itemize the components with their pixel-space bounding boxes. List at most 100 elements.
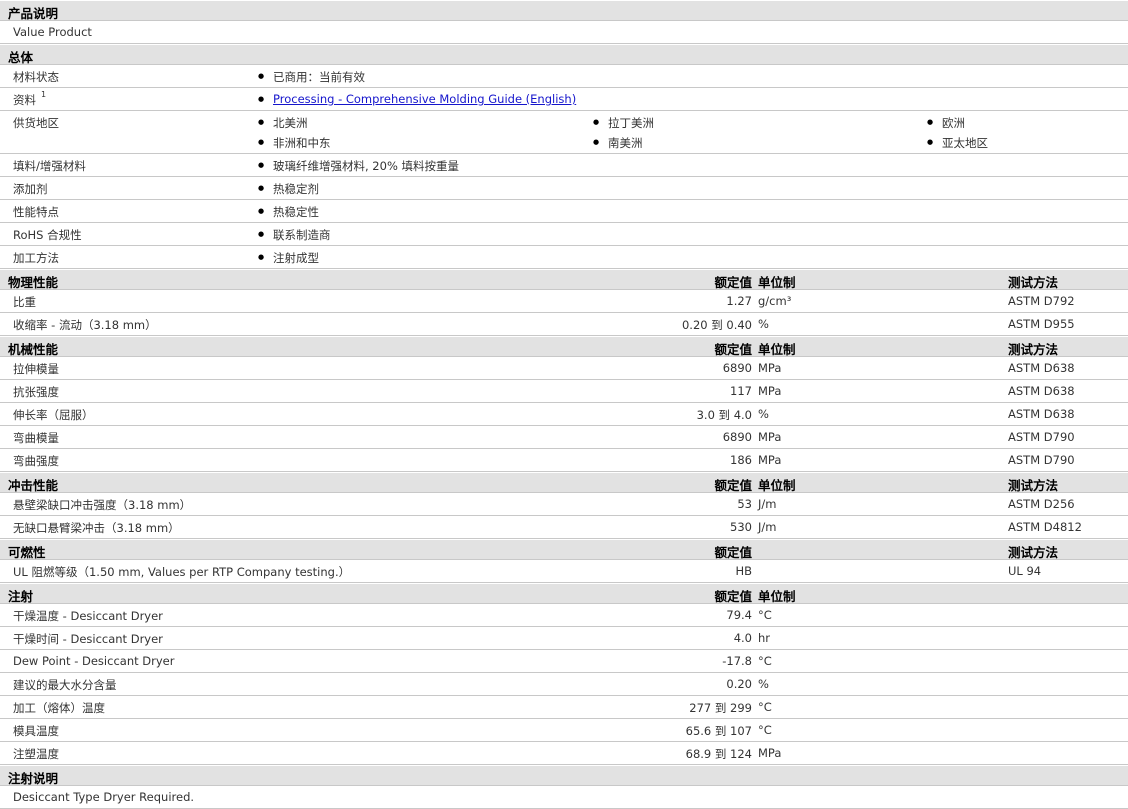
row-label: 加工（熔体）温度 bbox=[13, 701, 105, 715]
property-value: 3.0 到 4.0 bbox=[696, 408, 752, 422]
property-value: 186 bbox=[730, 453, 752, 467]
property-unit: °C bbox=[758, 608, 772, 622]
table-row: 性能特点 热稳定性 bbox=[0, 200, 1128, 223]
table-row: 建议的最大水分含量 0.20% bbox=[0, 673, 1128, 696]
property-unit: % bbox=[758, 677, 769, 691]
section-header: 物理性能 额定值 单位制 测试方法 bbox=[0, 269, 1128, 290]
row-label: 建议的最大水分含量 bbox=[13, 678, 117, 692]
column-header-value: 额定值 bbox=[714, 545, 752, 560]
row-label: 伸长率（屈服） bbox=[13, 408, 94, 422]
document-link[interactable]: Processing - Comprehensive Molding Guide… bbox=[273, 92, 576, 106]
property-unit: MPa bbox=[758, 430, 782, 444]
section-title: 产品说明 bbox=[8, 6, 59, 21]
list-item: 玻璃纤维增强材料, 20% 填料按重量 bbox=[258, 158, 459, 174]
property-unit: g/cm³ bbox=[758, 294, 792, 308]
property-value: 6890 bbox=[722, 361, 752, 375]
section-header: 冲击性能 额定值 单位制 测试方法 bbox=[0, 472, 1128, 493]
table-row: 干燥温度 - Desiccant Dryer 79.4 °C bbox=[0, 604, 1128, 627]
row-label: 比重 bbox=[13, 295, 36, 309]
row-label: 弯曲强度 bbox=[13, 454, 59, 468]
table-row: 干燥时间 - Desiccant Dryer 4.0 hr bbox=[0, 627, 1128, 650]
row-label: 弯曲模量 bbox=[13, 431, 59, 445]
table-row: 弯曲模量 6890 MPa ASTM D790 bbox=[0, 426, 1128, 449]
row-label: 悬壁梁缺口冲击强度（3.18 mm） bbox=[13, 498, 192, 512]
property-value: 1.27 bbox=[726, 294, 752, 308]
row-label: 抗张强度 bbox=[13, 385, 59, 399]
column-header-unit: 单位制 bbox=[758, 589, 796, 604]
list-item: 热稳定剂 bbox=[258, 181, 319, 197]
property-unit: °C bbox=[758, 723, 772, 737]
property-value: 53 bbox=[737, 497, 752, 511]
section-header: 总体 bbox=[0, 44, 1128, 65]
property-value: 79.4 bbox=[726, 608, 752, 622]
table-row: 资料 1 Processing - Comprehensive Molding Gu… bbox=[0, 88, 1128, 111]
row-label: UL 阻燃等级（1.50 mm, Values per RTP Company … bbox=[13, 565, 351, 579]
column-header-value: 额定值 bbox=[714, 478, 752, 493]
section-title: 总体 bbox=[8, 50, 34, 65]
table-row: Value Product bbox=[0, 21, 1128, 44]
table-row: 填料/增强材料 玻璃纤维增强材料, 20% 填料按重量 bbox=[0, 154, 1128, 177]
section-header: 可燃性 额定值 测试方法 bbox=[0, 539, 1128, 560]
test-method: ASTM D638 bbox=[1008, 384, 1075, 398]
table-row: RoHS 合规性 联系制造商 bbox=[0, 223, 1128, 246]
table-row: 加工（熔体）温度 277 到 299 °C bbox=[0, 696, 1128, 719]
datasheet: 产品说明 Value Product 总体材料状态 已商用：当前有效资料 1 Proces… bbox=[0, 0, 1128, 809]
column-header-test-method: 测试方法 bbox=[1008, 342, 1059, 357]
table-row: 悬壁梁缺口冲击强度（3.18 mm） 53 J/m ASTM D256 bbox=[0, 493, 1128, 516]
row-label: 添加剂 bbox=[13, 182, 48, 196]
property-value: HB bbox=[735, 564, 752, 578]
region-item: 非洲和中东 bbox=[258, 135, 331, 151]
property-value: 68.9 到 124 bbox=[685, 747, 752, 761]
section-header: 机械性能 额定值 单位制 测试方法 bbox=[0, 336, 1128, 357]
column-header-value: 额定值 bbox=[714, 275, 752, 290]
column-header-unit: 单位制 bbox=[758, 342, 796, 357]
column-header-value: 额定值 bbox=[714, 342, 752, 357]
row-label: 干燥时间 - Desiccant Dryer bbox=[13, 632, 163, 646]
property-value: 0.20 到 0.40 bbox=[681, 318, 752, 332]
table-row: 加工方法 注射成型 bbox=[0, 246, 1128, 269]
test-method: ASTM D638 bbox=[1008, 407, 1075, 421]
region-item: 北美洲 bbox=[258, 115, 308, 131]
table-row: UL 阻燃等级（1.50 mm, Values per RTP Company … bbox=[0, 560, 1128, 583]
table-row: 供货地区 北美洲 拉丁美洲 欧洲非洲和中东 南美洲 亚太地区 bbox=[0, 111, 1128, 154]
property-unit: J/m bbox=[758, 497, 777, 511]
region-item: 欧洲 bbox=[927, 115, 965, 131]
section-title: 物理性能 bbox=[8, 275, 59, 290]
property-value: -17.8 bbox=[722, 654, 752, 668]
property-unit: MPa bbox=[758, 384, 782, 398]
row-label: RoHS 合规性 bbox=[13, 228, 82, 242]
table-row: 材料状态 已商用：当前有效 bbox=[0, 65, 1128, 88]
region-item: 拉丁美洲 bbox=[593, 115, 654, 131]
property-unit: % bbox=[758, 317, 769, 331]
table-row: Dew Point - Desiccant Dryer -17.8 °C bbox=[0, 650, 1128, 673]
property-value: 530 bbox=[730, 520, 752, 534]
row-label: Dew Point - Desiccant Dryer bbox=[13, 654, 175, 668]
column-header-unit: 单位制 bbox=[758, 478, 796, 493]
test-method: UL 94 bbox=[1008, 564, 1042, 578]
section-title: 注射 bbox=[8, 589, 34, 604]
table-row: 伸长率（屈服） 3.0 到 4.0% ASTM D638 bbox=[0, 403, 1128, 426]
region-item: 南美洲 bbox=[593, 135, 643, 151]
row-label: 性能特点 bbox=[13, 205, 59, 219]
test-method: ASTM D792 bbox=[1008, 294, 1075, 308]
column-header-test-method: 测试方法 bbox=[1008, 545, 1059, 560]
test-method: ASTM D256 bbox=[1008, 497, 1075, 511]
property-unit: MPa bbox=[758, 453, 782, 467]
list-item: 联系制造商 bbox=[258, 227, 331, 243]
table-row: 比重 1.27 g/cm³ ASTM D792 bbox=[0, 290, 1128, 313]
row-label: Value Product bbox=[13, 25, 92, 39]
row-label: 材料状态 bbox=[13, 70, 59, 84]
footnote-marker: 1 bbox=[41, 90, 47, 99]
list-item: Processing - Comprehensive Molding Guide… bbox=[258, 92, 576, 106]
property-value: 6890 bbox=[722, 430, 752, 444]
table-row: 添加剂 热稳定剂 bbox=[0, 177, 1128, 200]
region-item: 亚太地区 bbox=[927, 135, 988, 151]
section-title: 可燃性 bbox=[8, 545, 46, 560]
table-row: 收缩率 - 流动（3.18 mm） 0.20 到 0.40% ASTM D955 bbox=[0, 313, 1128, 336]
section-header: 注射 额定值 单位制 bbox=[0, 583, 1128, 604]
test-method: ASTM D790 bbox=[1008, 430, 1075, 444]
property-unit: °C bbox=[758, 700, 772, 714]
list-item: 已商用：当前有效 bbox=[258, 69, 365, 85]
property-unit: hr bbox=[758, 631, 771, 645]
table-row: 无缺口悬臂梁冲击（3.18 mm） 530 J/m ASTM D4812 bbox=[0, 516, 1128, 539]
